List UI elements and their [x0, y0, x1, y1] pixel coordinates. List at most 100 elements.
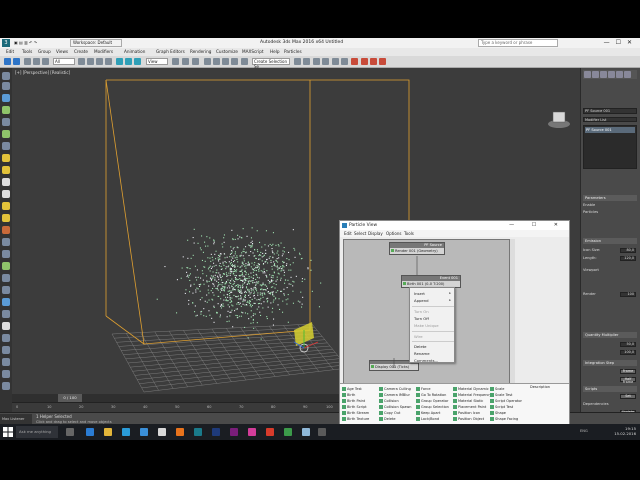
tool-icon-11[interactable] — [2, 190, 10, 198]
render-spinner[interactable]: 100 — [620, 292, 636, 297]
bind-spacewarp-icon[interactable] — [42, 58, 49, 65]
quick-access-toolbar[interactable]: ▣ ▤ ▥ ↶ ↷ — [14, 40, 37, 45]
photoshop-icon[interactable] — [212, 428, 220, 436]
keyboard-shortcut-icon[interactable] — [192, 58, 199, 65]
menu-graph-editors[interactable]: Graph Editors — [156, 49, 185, 54]
length-spinner[interactable]: 120,0 — [620, 256, 636, 261]
workspace-dropdown[interactable]: Workspace: Default — [70, 39, 122, 47]
render-percent-spinner[interactable]: 100,0 — [620, 350, 636, 355]
viewcube[interactable] — [548, 111, 570, 128]
named-selection-sets-dropdown[interactable]: Create Selection Se — [252, 58, 290, 69]
pivot-center-icon[interactable] — [172, 58, 179, 65]
edge-icon[interactable] — [86, 428, 94, 436]
quantity-multiplier-rollout[interactable]: Quantity Multiplier — [583, 332, 637, 338]
menu-modifiers[interactable]: Modifiers — [94, 49, 113, 54]
app-icon-3[interactable] — [248, 428, 256, 436]
menu-edit[interactable]: Edit — [6, 49, 14, 54]
maxscript-listener[interactable]: Max Listener — [0, 414, 32, 424]
tool-icon-22[interactable] — [2, 322, 10, 330]
pv-menu-display[interactable]: Display — [368, 231, 383, 236]
reference-coordinate-dropdown[interactable]: View — [146, 58, 168, 65]
depot-item[interactable]: Birth Texture — [342, 416, 382, 422]
tool-icon-17[interactable] — [2, 262, 10, 270]
emission-rollout[interactable]: Emission — [583, 238, 637, 244]
ctx-turn-off[interactable]: Turn Off — [414, 316, 429, 321]
redo-icon[interactable] — [13, 58, 20, 65]
tool-icon-1[interactable] — [2, 72, 10, 80]
pv-menu-tools[interactable]: Tools — [404, 231, 414, 236]
store-icon[interactable] — [122, 428, 130, 436]
app-logo-icon[interactable]: 3 — [2, 39, 10, 47]
app-icon-7[interactable] — [318, 428, 326, 436]
menu-tools[interactable]: Tools — [22, 49, 32, 54]
tool-icon-10[interactable] — [2, 178, 10, 186]
selection-region-icon[interactable] — [96, 58, 103, 65]
tool-icon-18[interactable] — [2, 274, 10, 282]
pv-menu-edit[interactable]: Edit — [344, 231, 352, 236]
layer-explorer-icon[interactable] — [322, 58, 329, 65]
rendered-frame-window-icon[interactable] — [370, 58, 377, 65]
tool-icon-21[interactable] — [2, 310, 10, 318]
schematic-view-icon[interactable] — [341, 58, 348, 65]
time-slider[interactable]: 0 / 100 — [12, 394, 340, 402]
ctx-comments[interactable]: Comments... — [414, 358, 438, 363]
modifier-list-dropdown[interactable]: Modifier List — [583, 117, 637, 122]
align-icon[interactable] — [303, 58, 310, 65]
material-editor-icon[interactable] — [351, 58, 358, 65]
tool-icon-16[interactable] — [2, 250, 10, 258]
edit-named-selections-icon[interactable] — [241, 58, 248, 65]
tool-icon-9[interactable] — [2, 166, 10, 174]
percent-snap-icon[interactable] — [222, 58, 229, 65]
app-icon-1[interactable] — [158, 428, 166, 436]
taskbar-clock[interactable]: 19:15 15.02.2016 — [614, 426, 636, 436]
time-slider-handle[interactable]: 0 / 100 — [58, 394, 82, 402]
track-bar[interactable]: 0 10 20 30 40 50 60 70 80 90 100 — [12, 402, 340, 412]
rotate-icon[interactable] — [125, 58, 132, 65]
menu-particles[interactable]: Particles — [284, 49, 302, 54]
menu-views[interactable]: Views — [56, 49, 68, 54]
tool-icon-27[interactable] — [2, 382, 10, 390]
tool-icon-12[interactable] — [2, 202, 10, 210]
tool-icon-2[interactable] — [2, 82, 10, 90]
menu-group[interactable]: Group — [38, 49, 51, 54]
tool-icon-4[interactable] — [2, 106, 10, 114]
angle-snap-icon[interactable] — [213, 58, 220, 65]
tool-icon-6[interactable] — [2, 130, 10, 138]
select-manipulate-icon[interactable] — [182, 58, 189, 65]
viewport-step-dropdown[interactable]: Frame — [620, 369, 636, 374]
ctx-append[interactable]: Append — [414, 298, 429, 303]
tool-icon-7[interactable] — [2, 142, 10, 150]
file-explorer-icon[interactable] — [104, 428, 112, 436]
depot-item[interactable]: Position Object — [453, 416, 493, 422]
particle-view-window-controls[interactable]: — ☐ ✕ — [509, 221, 566, 230]
unlink-icon[interactable] — [33, 58, 40, 65]
window-controls[interactable]: —☐✕ — [604, 39, 638, 46]
curve-editor-icon[interactable] — [332, 58, 339, 65]
tool-icon-8[interactable] — [2, 154, 10, 162]
mail-icon[interactable] — [140, 428, 148, 436]
integration-step-rollout[interactable]: Integration Step — [583, 360, 637, 366]
undo-icon[interactable] — [4, 58, 11, 65]
modifier-stack[interactable]: PF Source 001 — [583, 125, 637, 169]
windows-start-icon[interactable] — [2, 426, 14, 438]
tool-icon-24[interactable] — [2, 346, 10, 354]
menu-maxscript[interactable]: MAXScript — [242, 49, 264, 54]
scale-icon[interactable] — [134, 58, 141, 65]
pv-menu-options[interactable]: Options — [386, 231, 401, 236]
tool-icon-15[interactable] — [2, 238, 10, 246]
menu-create[interactable]: Create — [74, 49, 88, 54]
enable-checkbox[interactable]: Enable — [583, 203, 595, 209]
stack-item[interactable]: PF Source 001 — [585, 127, 635, 133]
render-production-icon[interactable] — [379, 58, 386, 65]
tool-icon-14[interactable] — [2, 226, 10, 234]
tool-icon-19[interactable] — [2, 286, 10, 294]
app-icon-6[interactable] — [302, 428, 310, 436]
window-crossing-icon[interactable] — [105, 58, 112, 65]
icon-size-spinner[interactable]: 80,0 — [620, 248, 636, 253]
search-input[interactable]: Type a keyword or phrase — [478, 39, 558, 47]
select-object-icon[interactable] — [78, 58, 85, 65]
depot-item[interactable]: Delete — [379, 416, 419, 422]
tool-icon-26[interactable] — [2, 370, 10, 378]
snaps-toggle-icon[interactable] — [204, 58, 211, 65]
app-icon-2[interactable] — [176, 428, 184, 436]
